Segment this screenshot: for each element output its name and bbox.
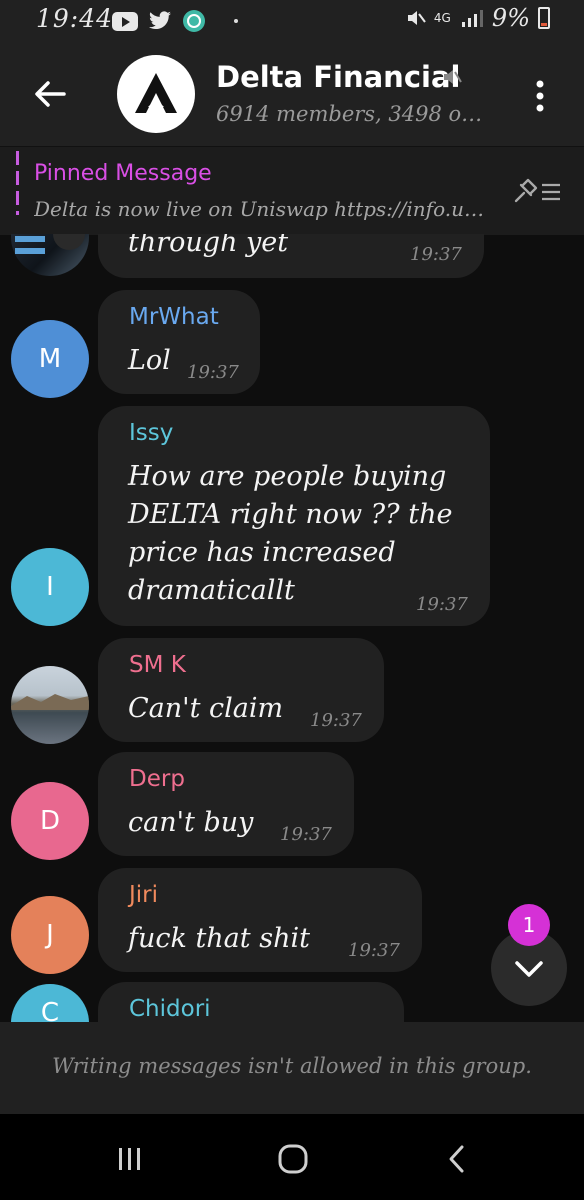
- message-text: price has increased: [128, 537, 396, 568]
- muted-icon: [444, 70, 462, 84]
- message-bubble[interactable]: Derp can't buy 19:37: [98, 752, 354, 856]
- chat-title[interactable]: Delta Financial: [216, 60, 460, 94]
- battery-percent: 9%: [491, 4, 530, 32]
- system-nav-bar: [0, 1114, 584, 1200]
- network-type-label: 4G: [433, 11, 451, 25]
- unread-count-badge: 1: [508, 904, 550, 946]
- message-text: How are people buying: [128, 461, 447, 492]
- user-avatar-photo[interactable]: [11, 234, 89, 276]
- user-avatar[interactable]: J: [11, 896, 89, 974]
- message-time: 19:37: [348, 940, 400, 961]
- sender-name[interactable]: Chidori: [129, 996, 211, 1022]
- avatar-initial: J: [46, 920, 54, 950]
- avatar-initial: M: [38, 344, 62, 374]
- delta-logo-icon: [135, 73, 177, 113]
- message-bubble[interactable]: MrWhat Lol 19:37: [98, 290, 260, 394]
- back-nav-icon[interactable]: [444, 1142, 470, 1176]
- message-time: 19:37: [416, 594, 468, 615]
- more-options-icon[interactable]: [530, 78, 550, 114]
- youtube-icon: [112, 11, 138, 31]
- app-notification-icon: [183, 10, 205, 32]
- user-avatar[interactable]: D: [11, 782, 89, 860]
- battery-icon: [538, 7, 550, 29]
- pinned-text: Delta is now live on Uniswap https://inf…: [34, 197, 496, 221]
- pinned-title: Pinned Message: [34, 161, 212, 186]
- message-text: Can't claim: [128, 693, 284, 724]
- pin-list-icon[interactable]: [512, 177, 562, 207]
- user-avatar[interactable]: I: [11, 548, 89, 626]
- message-bubble[interactable]: Chidori: [98, 982, 404, 1022]
- message-time: 19:37: [410, 244, 462, 265]
- status-time: 19:44: [36, 4, 114, 33]
- pinned-message-bar[interactable]: Pinned Message Delta is now live on Unis…: [0, 146, 584, 235]
- message-text: can't buy: [128, 807, 254, 838]
- input-bar: Writing messages isn't allowed in this g…: [0, 1022, 584, 1114]
- user-avatar[interactable]: C: [11, 984, 89, 1022]
- twitter-icon: [149, 11, 171, 30]
- sender-name[interactable]: Jiri: [129, 882, 158, 908]
- chat-header: Delta Financial 6914 members, 3498 onlin…: [0, 44, 584, 146]
- mute-status-icon: [407, 11, 426, 25]
- status-bar: 19:44 4G 9%: [0, 0, 584, 44]
- status-system-icons: 4G 9%: [404, 4, 550, 32]
- back-arrow-icon[interactable]: [30, 74, 70, 114]
- user-avatar[interactable]: M: [11, 320, 89, 398]
- avatar-initial: C: [40, 998, 60, 1022]
- status-notification-icons: [112, 9, 238, 33]
- message-bubble[interactable]: Issy How are people buying DELTA right n…: [98, 406, 490, 626]
- message-list[interactable]: through yet 19:37 M MrWhat Lol 19:37 I I…: [0, 234, 584, 1022]
- message-bubble[interactable]: SM K Can't claim 19:37: [98, 638, 384, 742]
- recent-apps-icon[interactable]: [114, 1144, 146, 1174]
- more-notifications-dot: [234, 19, 238, 23]
- message-text: dramaticallt: [128, 575, 295, 606]
- message-time: 19:37: [187, 362, 239, 383]
- group-avatar[interactable]: [117, 55, 195, 133]
- pinned-indicator: [16, 151, 19, 215]
- message-text: Lol: [128, 345, 171, 376]
- message-time: 19:37: [280, 824, 332, 845]
- message-text: through yet: [128, 234, 289, 258]
- sender-name[interactable]: Issy: [129, 420, 173, 446]
- home-icon[interactable]: [276, 1142, 310, 1176]
- sender-name[interactable]: SM K: [129, 652, 186, 678]
- message-text: fuck that shit: [128, 923, 310, 954]
- sender-name[interactable]: Derp: [129, 766, 185, 792]
- user-photo-icon: [15, 234, 85, 254]
- signal-icon: [461, 10, 483, 27]
- message-bubble[interactable]: through yet 19:37: [98, 234, 484, 278]
- message-text: DELTA right now ?? the: [128, 499, 453, 530]
- avatar-initial: D: [39, 806, 61, 836]
- avatar-initial: I: [46, 572, 54, 602]
- member-count: 6914 members, 3498 online: [216, 102, 488, 126]
- message-time: 19:37: [310, 710, 362, 731]
- message-bubble[interactable]: Jiri fuck that shit 19:37: [98, 868, 422, 972]
- user-avatar-photo[interactable]: [11, 666, 89, 744]
- landscape-photo-icon: [11, 694, 89, 710]
- sender-name[interactable]: MrWhat: [129, 304, 219, 330]
- restricted-notice: Writing messages isn't allowed in this g…: [52, 1054, 532, 1078]
